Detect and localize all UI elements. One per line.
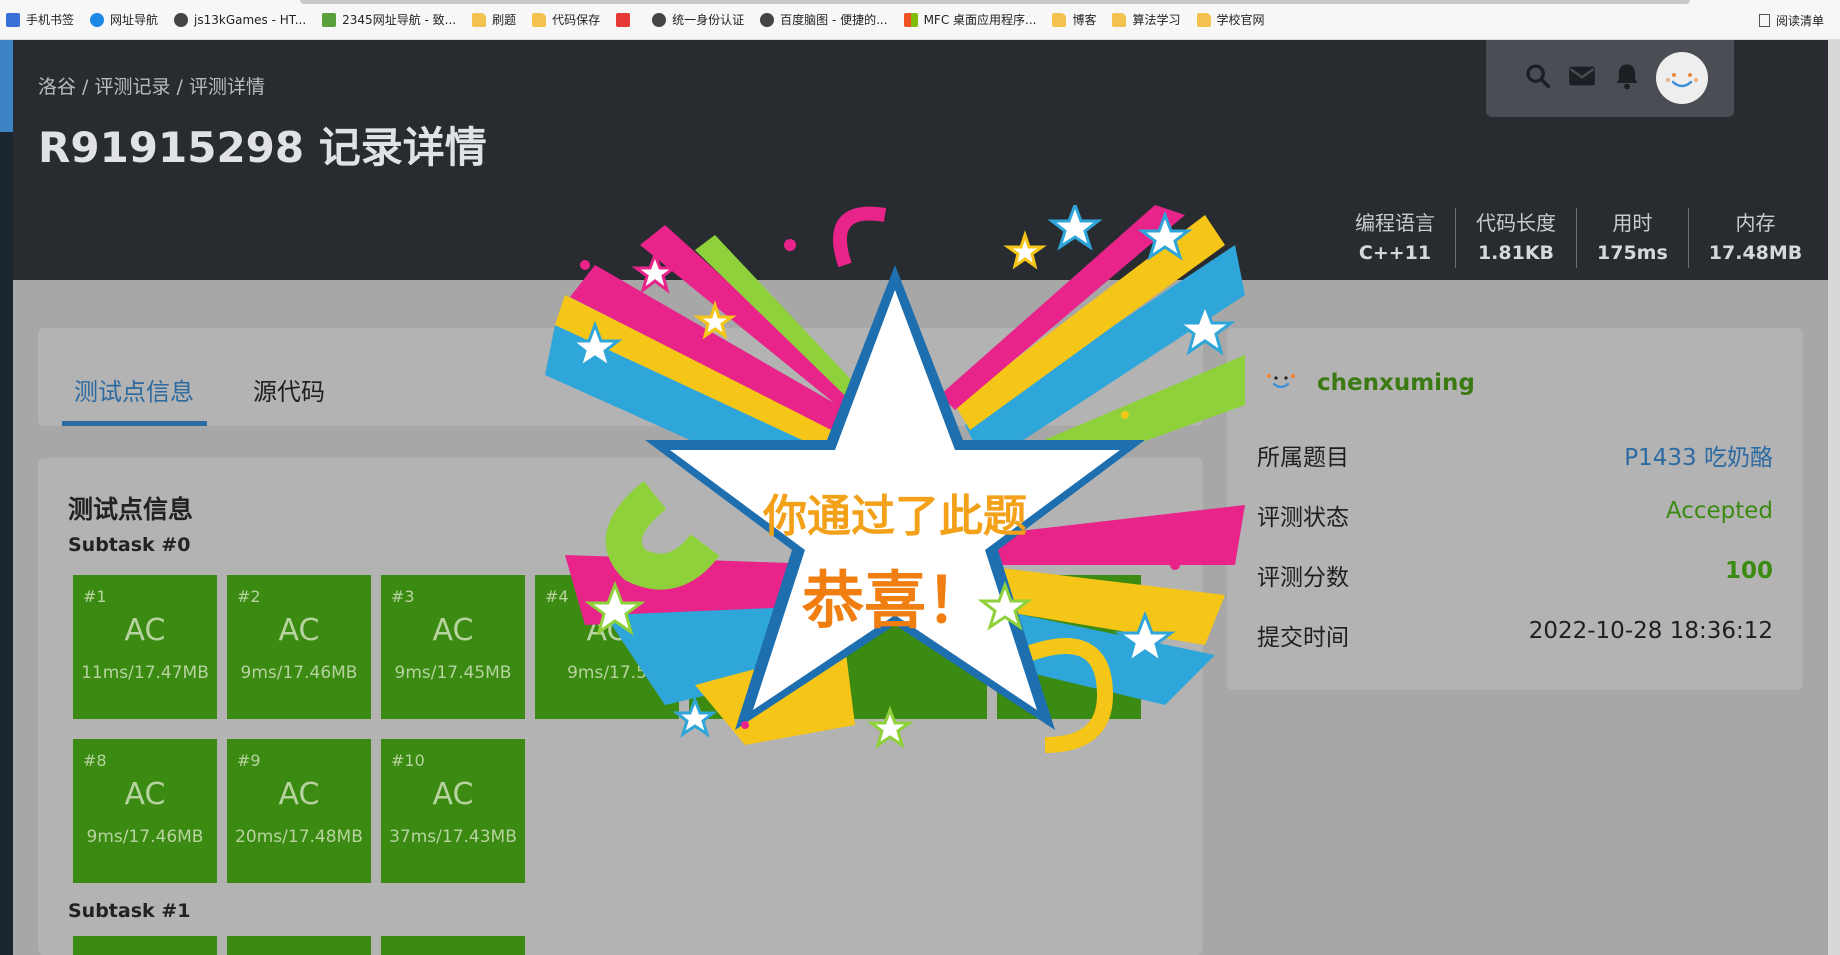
bookmarks-bar: 手机书签 网址导航 js13kGames - HT... 2345网址导航 - … <box>0 0 1840 40</box>
avatar[interactable] <box>1656 52 1708 104</box>
bookmark-blog[interactable]: 博客 <box>1052 11 1096 28</box>
test-case[interactable]: #2 AC 9ms/17.46MB <box>227 575 371 719</box>
test-case-partial[interactable] <box>73 936 217 955</box>
panda-icon <box>760 12 775 27</box>
breadcrumb: 洛谷 / 评测记录 / 评测详情 <box>38 76 266 98</box>
bookmark-auth[interactable]: 统一身份认证 <box>652 11 744 28</box>
breadcrumb-luogu[interactable]: 洛谷 <box>38 76 76 98</box>
smiley-icon <box>1666 73 1698 88</box>
info-row-score: 评测分数 100 <box>1257 558 1773 591</box>
tab-strip-edge <box>300 0 1690 4</box>
breadcrumb-records[interactable]: 评测记录 <box>95 76 171 98</box>
user-avatar-icon <box>1266 373 1296 389</box>
bookmark-school[interactable]: 学校官网 <box>1196 11 1265 28</box>
folder-icon <box>1112 12 1127 27</box>
meta-code-length: 代码长度 1.81KB <box>1455 208 1576 268</box>
info-row-status: 评测状态 Accepted <box>1257 498 1773 531</box>
phone-icon <box>6 12 20 27</box>
bookmark-phone[interactable]: 手机书签 <box>6 11 74 28</box>
mail-icon[interactable] <box>1568 64 1596 88</box>
test-case[interactable]: #9 AC 20ms/17.48MB <box>227 739 371 883</box>
edge-icon <box>90 12 105 27</box>
test-case[interactable]: #1 AC 11ms/17.47MB <box>73 575 217 719</box>
folder-icon <box>1052 12 1067 27</box>
reading-list[interactable]: 阅读清单 <box>1758 0 1824 40</box>
bookmark-nav[interactable]: 网址导航 <box>90 11 158 28</box>
folder-icon <box>1196 12 1211 27</box>
breadcrumb-detail: 评测详情 <box>189 76 266 98</box>
folder-icon <box>472 12 487 27</box>
submit-time-value: 2022-10-28 18:36:12 <box>1528 618 1773 644</box>
edge-icon <box>652 12 667 27</box>
status-value: Accepted <box>1665 498 1773 524</box>
bookmark-naotu[interactable]: 百度脑图 - 便捷的... <box>760 11 888 28</box>
record-info-card: chenxuming 所属题目 P1433 吃奶酪 评测状态 Accepted 评测… <box>1227 328 1803 690</box>
test-case[interactable]: #8 AC 9ms/17.46MB <box>73 739 217 883</box>
search-icon[interactable] <box>1524 62 1552 90</box>
left-strip <box>0 40 13 955</box>
microsoft-icon <box>903 12 918 27</box>
score-value: 100 <box>1724 558 1773 584</box>
house-icon <box>322 12 337 27</box>
celebration-line2: 恭喜！ <box>801 564 988 637</box>
test-case[interactable]: #3 AC 9ms/17.45MB <box>381 575 525 719</box>
celebration-line1: 你通过了此题 <box>763 491 1027 542</box>
record-meta: 编程语言 C++11 代码长度 1.81KB 用时 175ms 内存 17.48MB <box>1335 208 1822 268</box>
subtask-1-title: Subtask #1 <box>68 900 191 922</box>
page-title: R91915298 记录详情 <box>38 123 487 172</box>
edge-icon <box>174 12 189 27</box>
test-case-partial[interactable] <box>381 936 525 955</box>
tests-heading: 测试点信息 <box>68 495 194 524</box>
bookmark-algo[interactable]: 算法学习 <box>1112 11 1181 28</box>
reading-list-icon <box>1758 13 1770 27</box>
bookmark-code[interactable]: 代码保存 <box>532 11 600 28</box>
meta-time: 用时 175ms <box>1576 208 1688 268</box>
tab-test-points[interactable]: 测试点信息 <box>74 372 194 407</box>
bookmark-js13k[interactable]: js13kGames - HT... <box>174 12 306 27</box>
celebration-overlay[interactable]: 你通过了此题 恭喜！ <box>545 200 1245 775</box>
meta-memory: 内存 17.48MB <box>1687 208 1823 268</box>
problem-link[interactable]: P1433 吃奶酪 <box>1624 438 1773 472</box>
bookmark-shuati[interactable]: 刷题 <box>472 11 516 28</box>
bookmark-2345[interactable]: 2345网址导航 - 致... <box>322 11 456 28</box>
username-link[interactable]: chenxuming <box>1317 370 1475 396</box>
tab-source-code[interactable]: 源代码 <box>253 372 325 407</box>
bookmark-c[interactable] <box>616 12 636 27</box>
folder-icon <box>532 12 547 27</box>
bell-icon[interactable] <box>1614 62 1640 90</box>
test-case[interactable]: #10 AC 37ms/17.43MB <box>381 739 525 883</box>
meta-language: 编程语言 C++11 <box>1355 211 1435 264</box>
page-scrollbar[interactable] <box>1828 40 1840 955</box>
bookmark-mfc[interactable]: MFC 桌面应用程序... <box>903 11 1036 28</box>
subtask-0-title: Subtask #0 <box>68 534 191 556</box>
active-tab-indicator <box>62 421 207 426</box>
info-row-problem: 所属题目 P1433 吃奶酪 <box>1257 438 1773 471</box>
test-case-partial[interactable] <box>227 936 371 955</box>
info-row-time: 提交时间 2022-10-28 18:36:12 <box>1257 618 1773 651</box>
c-icon <box>616 12 631 27</box>
